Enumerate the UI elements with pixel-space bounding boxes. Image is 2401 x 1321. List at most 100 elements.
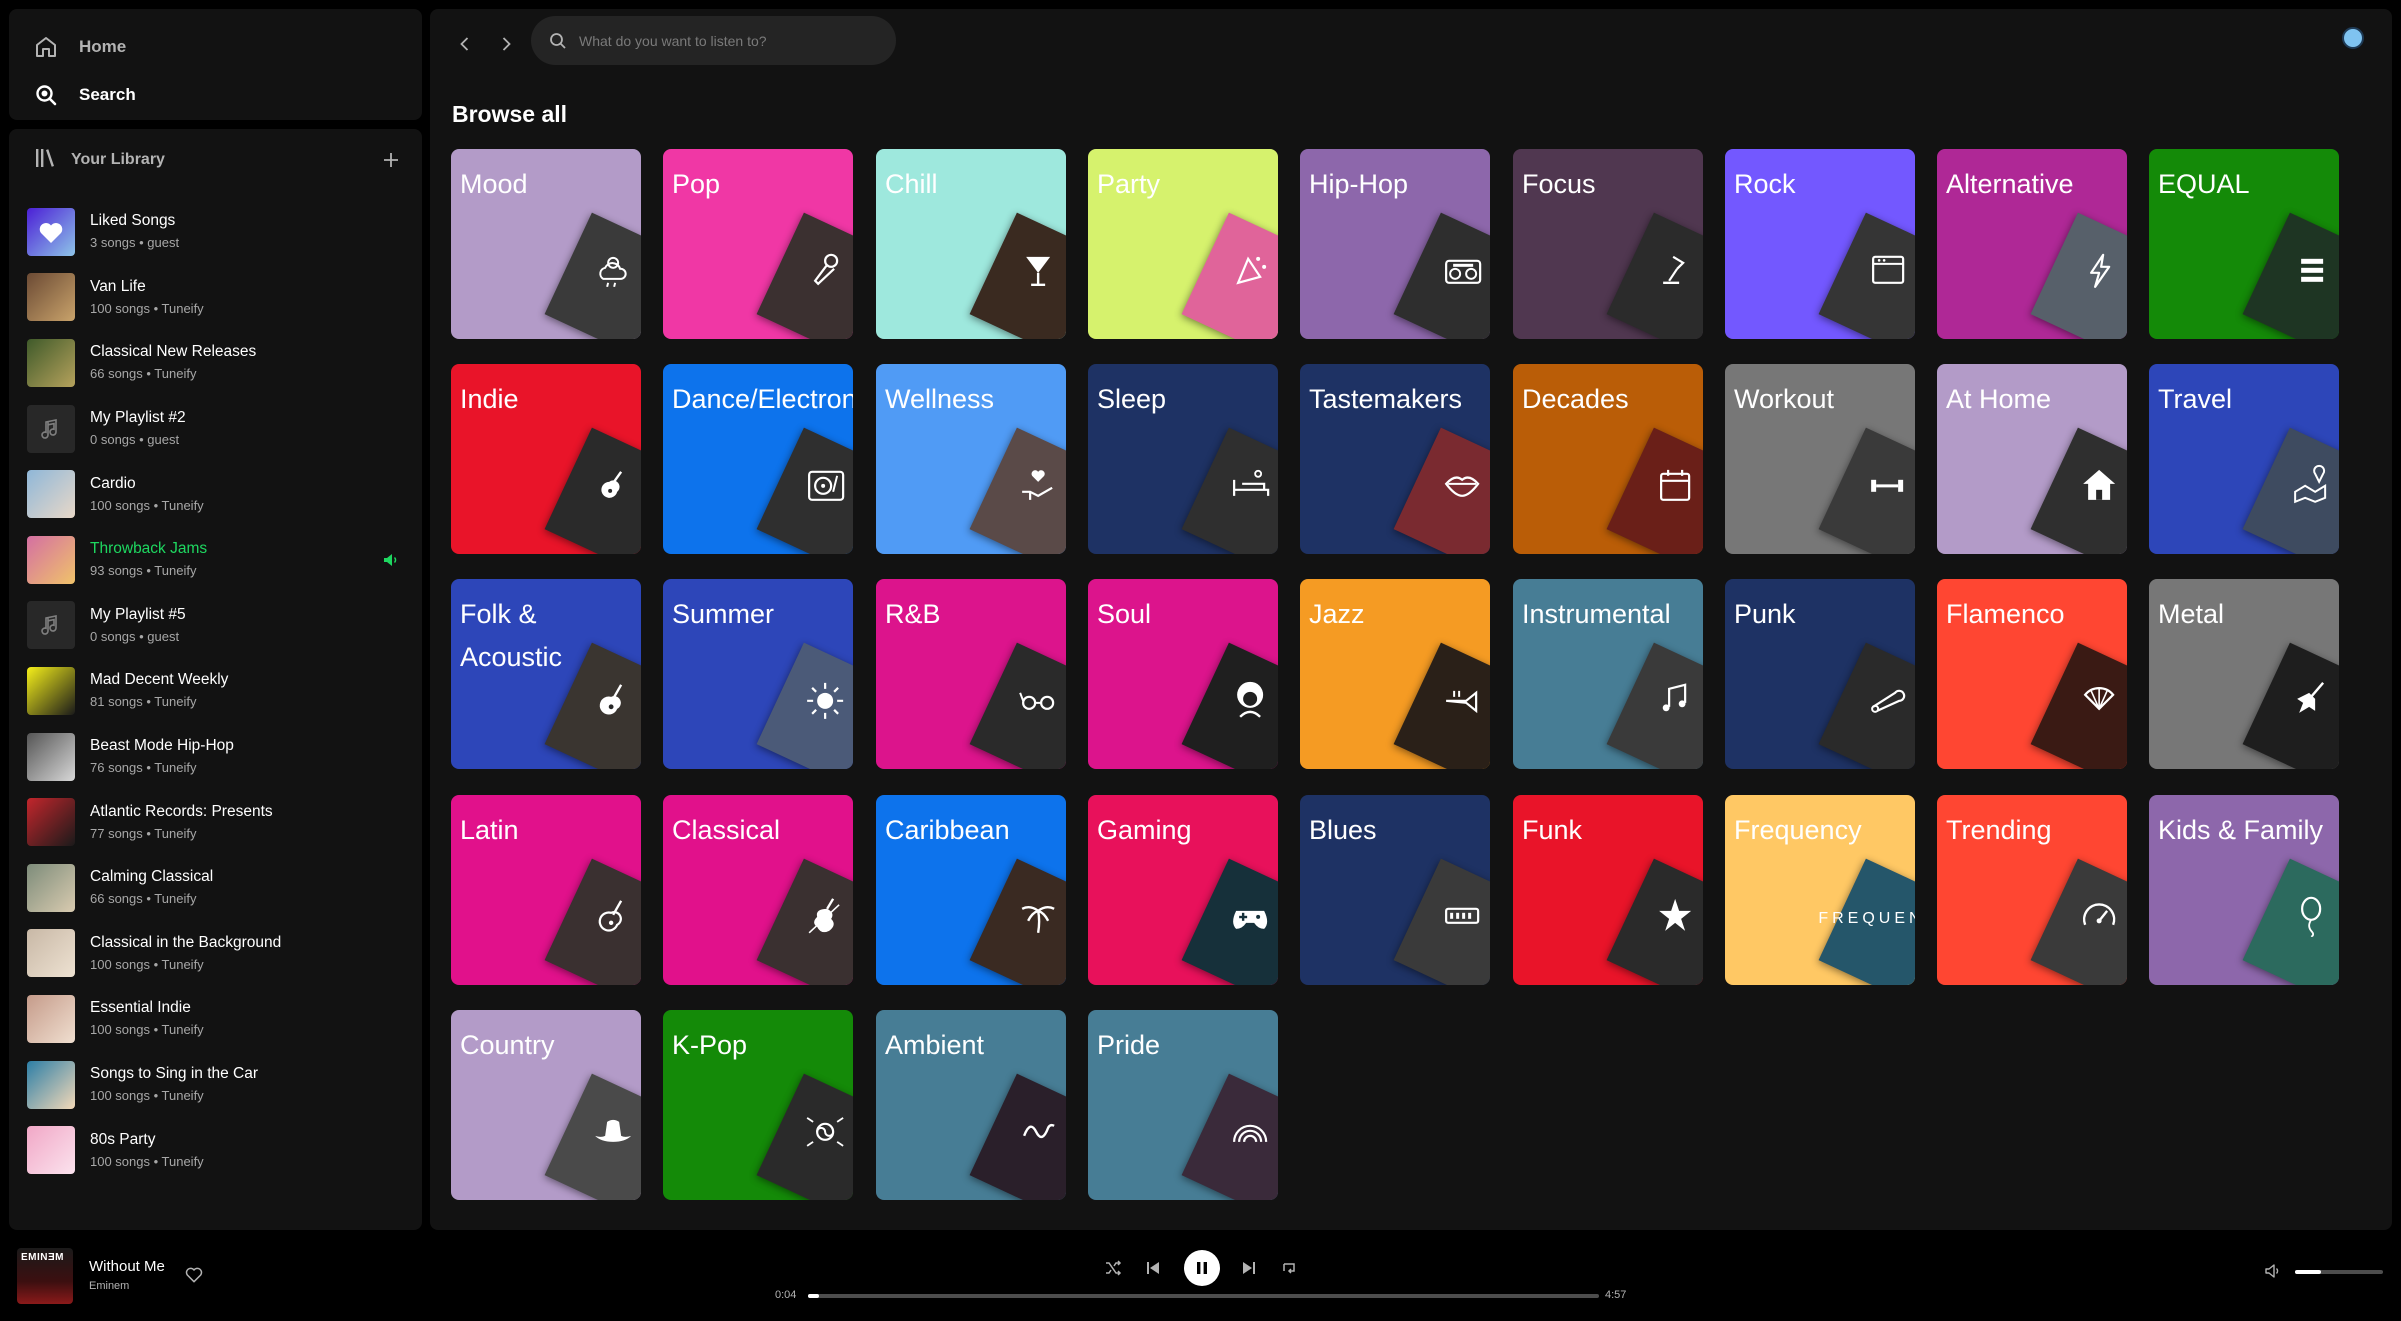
playlist-cover: [27, 1126, 75, 1175]
nav-home[interactable]: Home: [33, 34, 126, 60]
library-item[interactable]: 80s Party 100 songs • Tuneify: [9, 1117, 422, 1183]
library-item[interactable]: Essential Indie 100 songs • Tuneify: [9, 986, 422, 1052]
library-item-meta: Atlantic Records: Presents 77 songs • Tun…: [90, 802, 273, 843]
category-card[interactable]: Decades: [1513, 364, 1703, 554]
category-card[interactable]: Flamenco: [1937, 579, 2127, 769]
harmonica-icon: [1445, 907, 1480, 924]
category-card[interactable]: Summer: [663, 579, 853, 769]
library-item[interactable]: Songs to Sing in the Car 100 songs • Tune…: [9, 1052, 422, 1118]
category-cover: [756, 212, 853, 339]
now-playing-title[interactable]: Without Me: [89, 1258, 165, 1275]
library-item[interactable]: Beast Mode Hip-Hop 76 songs • Tuneify: [9, 724, 422, 790]
category-card[interactable]: Chill: [876, 149, 1066, 339]
now-playing-art[interactable]: EMINƎM: [17, 1248, 73, 1304]
next-button[interactable]: [1235, 1254, 1263, 1282]
category-card[interactable]: Frequency FREQUENCY: [1725, 795, 1915, 985]
back-button[interactable]: [450, 29, 480, 59]
category-card[interactable]: Pop: [663, 149, 853, 339]
library-item[interactable]: Atlantic Records: Presents 77 songs • Tun…: [9, 789, 422, 855]
add-icon[interactable]: [379, 148, 403, 172]
search-bar[interactable]: [531, 16, 896, 65]
pause-icon: [1197, 1262, 1207, 1274]
category-card[interactable]: Sleep: [1088, 364, 1278, 554]
category-card[interactable]: Trending: [1937, 795, 2127, 985]
category-card[interactable]: Caribbean: [876, 795, 1066, 985]
category-card[interactable]: Metal: [2149, 579, 2339, 769]
category-card[interactable]: Instrumental: [1513, 579, 1703, 769]
playlist-cover: [27, 1060, 75, 1109]
category-card[interactable]: Kids & Family: [2149, 795, 2339, 985]
category-name: Flamenco: [1946, 599, 2065, 629]
library-icon: [33, 146, 57, 175]
category-card[interactable]: Blues: [1300, 795, 1490, 985]
category-card[interactable]: Country: [451, 1010, 641, 1200]
repeat-button[interactable]: [1275, 1254, 1303, 1282]
category-name: EQUAL: [2158, 169, 2250, 199]
category-card[interactable]: EQUAL: [2149, 149, 2339, 339]
library-item[interactable]: My Playlist #2 0 songs • guest: [9, 396, 422, 462]
library-item[interactable]: Van Life 100 songs • Tuneify: [9, 265, 422, 331]
volume-slider[interactable]: [2295, 1270, 2383, 1274]
category-card[interactable]: Classical: [663, 795, 853, 985]
category-card[interactable]: At Home: [1937, 364, 2127, 554]
category-card[interactable]: Dance/Electronic: [663, 364, 853, 554]
library-item[interactable]: Mad Decent Weekly 81 songs • Tuneify: [9, 658, 422, 724]
now-playing-artist[interactable]: Eminem: [89, 1280, 129, 1292]
forward-button[interactable]: [491, 29, 521, 59]
library-header[interactable]: Your Library: [33, 145, 403, 175]
category-name: Dance/Electronic: [672, 384, 853, 414]
category-card[interactable]: Gaming: [1088, 795, 1278, 985]
shuffle-button[interactable]: [1099, 1254, 1127, 1282]
library-item-meta: 80s Party 100 songs • Tuneify: [90, 1130, 204, 1171]
category-card[interactable]: Focus: [1513, 149, 1703, 339]
category-card[interactable]: Tastemakers: [1300, 364, 1490, 554]
category-card[interactable]: Wellness: [876, 364, 1066, 554]
nav-search[interactable]: Search: [33, 82, 136, 108]
category-card[interactable]: K-Pop: [663, 1010, 853, 1200]
category-card[interactable]: Party: [1088, 149, 1278, 339]
category-card[interactable]: Latin: [451, 795, 641, 985]
category-cover: [969, 1073, 1066, 1200]
category-card[interactable]: Indie: [451, 364, 641, 554]
library-item-subtitle: 100 songs • Tuneify: [90, 300, 204, 316]
pause-button[interactable]: [1184, 1250, 1220, 1286]
library-item-title: Beast Mode Hip-Hop: [90, 737, 234, 755]
library-item[interactable]: Calming Classical 66 songs • Tuneify: [9, 855, 422, 921]
category-card[interactable]: Rock: [1725, 149, 1915, 339]
category-card[interactable]: Travel: [2149, 364, 2339, 554]
category-card[interactable]: Jazz: [1300, 579, 1490, 769]
category-name: Jazz: [1309, 599, 1365, 629]
gamepad-icon: [1233, 910, 1268, 929]
previous-button[interactable]: [1139, 1254, 1167, 1282]
library-item[interactable]: Classical in the Background 100 songs • T…: [9, 921, 422, 987]
heart-icon[interactable]: [184, 1265, 204, 1285]
library-item[interactable]: Throwback Jams 93 songs • Tuneify: [9, 527, 422, 593]
category-card[interactable]: Pride: [1088, 1010, 1278, 1200]
library-item[interactable]: Cardio 100 songs • Tuneify: [9, 461, 422, 527]
volume-icon[interactable]: [2264, 1262, 2284, 1282]
library-item-title: My Playlist #5: [90, 605, 186, 623]
library-item[interactable]: Classical New Releases 66 songs • Tuneify: [9, 330, 422, 396]
category-card[interactable]: Funk: [1513, 795, 1703, 985]
category-card[interactable]: Workout: [1725, 364, 1915, 554]
chevron-right-icon: [502, 37, 511, 51]
category-name: Country: [460, 1030, 555, 1060]
category-name: At Home: [1946, 384, 2052, 414]
library-item[interactable]: Liked Songs 3 songs • guest: [9, 199, 422, 265]
category-card[interactable]: Mood: [451, 149, 641, 339]
category-card[interactable]: Hip-Hop: [1300, 149, 1490, 339]
category-card[interactable]: Folk & Acoustic: [451, 579, 641, 769]
category-card[interactable]: R&B: [876, 579, 1066, 769]
search-input[interactable]: [579, 32, 879, 49]
category-card[interactable]: Ambient: [876, 1010, 1066, 1200]
library-item-meta: Calming Classical 66 songs • Tuneify: [90, 867, 213, 908]
category-card[interactable]: Alternative: [1937, 149, 2127, 339]
category-cover: [756, 427, 853, 554]
library-item[interactable]: My Playlist #5 0 songs • guest: [9, 593, 422, 659]
category-card[interactable]: Punk: [1725, 579, 1915, 769]
progress-bar[interactable]: [808, 1294, 1599, 1298]
latin-guitar-icon: [598, 900, 623, 932]
avatar[interactable]: [2342, 27, 2364, 49]
category-card[interactable]: Soul: [1088, 579, 1278, 769]
notes-icon: [1662, 683, 1687, 712]
